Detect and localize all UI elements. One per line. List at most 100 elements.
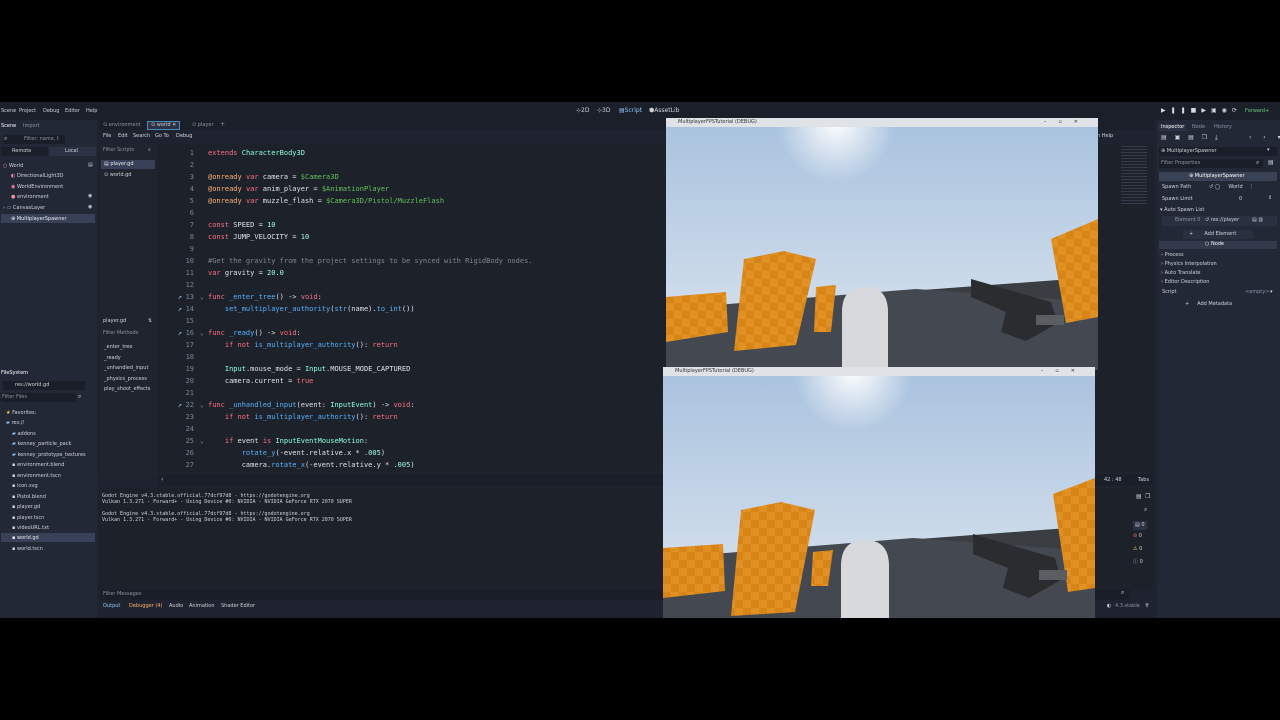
add-element-button[interactable]: + Add Element bbox=[1183, 230, 1253, 239]
workspace-3d[interactable]: ⊹3D bbox=[597, 108, 610, 114]
chevron-down-icon[interactable]: ▾ bbox=[1270, 290, 1273, 295]
settings-icon[interactable]: ▤ bbox=[1268, 160, 1274, 166]
file-icon-svg[interactable]: ▪ icon.svg bbox=[12, 483, 38, 489]
tab-audio[interactable]: Audio bbox=[169, 604, 183, 609]
mode-local[interactable]: Local bbox=[49, 147, 96, 156]
code-line[interactable]: @onready var camera = $Camera3D bbox=[208, 173, 339, 181]
scene-tab-environment[interactable]: ⊙ environment bbox=[103, 123, 141, 128]
code-line[interactable]: @onready var anim_player = $AnimationPla… bbox=[208, 185, 389, 193]
override-icon[interactable]: ↗ bbox=[176, 293, 182, 301]
window-controls[interactable]: –▫✕ bbox=[1044, 118, 1090, 127]
search-icon[interactable]: ⌕ bbox=[1144, 507, 1147, 513]
filter-icon[interactable]: ▤ bbox=[1136, 494, 1142, 500]
code-line[interactable]: extends CharacterBody3D bbox=[208, 149, 305, 157]
fold-arrow-icon[interactable]: ⌄ bbox=[198, 437, 204, 445]
section-auto-translate[interactable]: › Auto Translate bbox=[1161, 271, 1201, 276]
tab-scene[interactable]: Scene bbox=[1, 124, 16, 129]
override-icon[interactable]: ↗ bbox=[176, 329, 182, 337]
section-editor-description[interactable]: › Editor Description bbox=[1161, 280, 1209, 285]
script-menu-search[interactable]: Search bbox=[133, 134, 150, 139]
visibility-icon[interactable]: ◉ bbox=[88, 205, 92, 210]
run-controls[interactable]: ▶❚❚■▶▣◉⟳ bbox=[1161, 108, 1242, 114]
game-window-1[interactable]: MultiplayerFPSTutorial (DEBUG) –▫✕ bbox=[666, 118, 1098, 370]
game-window-2[interactable]: MultiplayerFPSTutorial (DEBUG) –▫✕ bbox=[663, 367, 1095, 618]
tab-output[interactable]: Output bbox=[103, 604, 120, 609]
script-item-player[interactable]: ▤ player.gd bbox=[101, 160, 155, 169]
method-ready[interactable]: _ready bbox=[104, 356, 121, 361]
spawn-limit-stepper[interactable]: ⇕ bbox=[1268, 196, 1272, 201]
scene-tab-world[interactable]: ⊙ world ✕ bbox=[147, 121, 181, 130]
element-value[interactable]: ↺ res://player bbox=[1205, 218, 1239, 223]
pin-icon[interactable]: ⇈ bbox=[1145, 604, 1149, 609]
code-line[interactable]: camera.rotate_x(-event.relative.y * .005… bbox=[208, 461, 415, 469]
file-res[interactable]: ▰ res:// bbox=[6, 420, 24, 426]
tab-debugger[interactable]: Debugger (4) bbox=[129, 604, 162, 609]
scene-tab-player[interactable]: ⊙ player bbox=[192, 123, 214, 128]
file-environment-blend[interactable]: ▪ environment.blend bbox=[12, 462, 64, 468]
count-messages[interactable]: ⓘ 0 bbox=[1133, 560, 1143, 565]
count-warnings[interactable]: ⚠ 0 bbox=[1133, 547, 1142, 552]
script-property-value[interactable]: <empty> bbox=[1245, 290, 1269, 295]
tab-history[interactable]: History bbox=[1214, 125, 1232, 130]
inspector-toolbar[interactable]: ▤ ▣ ▤ ❐ ⤓ bbox=[1161, 135, 1221, 141]
fold-arrow-icon[interactable]: ⌄ bbox=[198, 293, 204, 301]
filesystem-filter-input[interactable]: Filter Files bbox=[1, 393, 76, 402]
spawn-limit-value[interactable]: 0 bbox=[1239, 197, 1242, 202]
filter-methods-input[interactable]: Filter Methods bbox=[103, 331, 138, 336]
add-metadata-button[interactable]: + Add Metadata bbox=[1185, 302, 1232, 307]
section-physics-interpolation[interactable]: › Physics Interpolation bbox=[1161, 262, 1217, 267]
scene-filter-input[interactable]: Filter: name, t bbox=[3, 135, 65, 144]
code-line[interactable]: #Get the gravity from the project settin… bbox=[208, 257, 533, 265]
code-line[interactable]: @onready var muzzle_flash = $Camera3D/Pi… bbox=[208, 197, 444, 205]
tab-node[interactable]: Node bbox=[1192, 125, 1205, 130]
menu-debug[interactable]: Debug bbox=[43, 109, 59, 114]
filter-properties-input[interactable]: Filter Properties bbox=[1159, 159, 1263, 168]
code-line[interactable]: Input.mouse_mode = Input.MOUSE_MODE_CAPT… bbox=[208, 365, 410, 373]
code-line[interactable]: if event is InputEventMouseMotion: bbox=[208, 437, 368, 445]
file-world-tscn[interactable]: ▪ world.tscn bbox=[12, 546, 43, 552]
tree-node-canvaslayer[interactable]: › ▭ CanvasLayer bbox=[3, 205, 45, 211]
script-menu-edit[interactable]: Edit bbox=[118, 134, 128, 139]
filesystem-path-input[interactable]: res://world.gd bbox=[3, 381, 85, 390]
script-item-world[interactable]: ⊙ world.gd bbox=[104, 173, 132, 178]
sort-icon[interactable]: ⇅ bbox=[148, 319, 152, 324]
file-addons[interactable]: ▰ addons bbox=[12, 431, 36, 437]
code-line[interactable]: if not is_multiplayer_authority(): retur… bbox=[208, 341, 398, 349]
override-icon[interactable]: ↗ bbox=[176, 401, 182, 409]
tree-node-worldenvironment[interactable]: ◉ WorldEnvironment bbox=[11, 184, 63, 190]
window-controls[interactable]: –▫✕ bbox=[1041, 367, 1087, 376]
file-kenney-particle[interactable]: ▰ kenney_particle_pack bbox=[12, 441, 71, 447]
script-menu-file[interactable]: File bbox=[103, 134, 111, 139]
code-line[interactable]: func _enter_tree() -> void: bbox=[208, 293, 322, 301]
code-line[interactable]: set_multiplayer_authority(str(name).to_i… bbox=[208, 305, 415, 313]
method-unhandled-input[interactable]: _unhandled_input bbox=[104, 366, 148, 371]
code-line[interactable]: func _ready() -> void: bbox=[208, 329, 301, 337]
search-icon[interactable]: ⌕ bbox=[1121, 590, 1124, 596]
tree-node-multiplayerspawner[interactable]: ⊕ MultiplayerSpawner bbox=[1, 214, 95, 223]
history-arrows[interactable]: ‹ › ▾ bbox=[1249, 135, 1280, 141]
fold-arrow-icon[interactable]: ⌄ bbox=[198, 401, 204, 409]
auto-spawn-list-label[interactable]: ▾ Auto Spawn List bbox=[1160, 208, 1204, 213]
script-menu-goto[interactable]: Go To bbox=[155, 134, 169, 139]
count-errors[interactable]: ⊘ 0 bbox=[1133, 534, 1142, 539]
count-log[interactable]: ▤ 0 bbox=[1133, 521, 1147, 530]
file-videourl-txt[interactable]: ▪ videoURL.txt bbox=[12, 525, 49, 531]
tab-import[interactable]: Import bbox=[23, 124, 40, 129]
mode-remote[interactable]: Remote bbox=[1, 147, 48, 156]
method-play-shoot-effects[interactable]: play_shoot_effects bbox=[104, 387, 150, 392]
file-kenney-prototype[interactable]: ▰ kenney_prototype_textures bbox=[12, 452, 86, 458]
file-player-gd[interactable]: ▪ player.gd bbox=[12, 504, 40, 510]
indent-mode[interactable]: Tabs bbox=[1138, 478, 1149, 483]
code-line[interactable]: if not is_multiplayer_authority(): retur… bbox=[208, 413, 398, 421]
script-icon[interactable]: ▤ bbox=[88, 163, 93, 168]
element-actions[interactable]: ▤ ▥ bbox=[1252, 218, 1263, 223]
code-line[interactable]: const SPEED = 10 bbox=[208, 221, 275, 229]
code-line[interactable]: camera.current = true bbox=[208, 377, 314, 385]
filter-scripts-input[interactable]: Filter Scripts bbox=[103, 148, 134, 153]
workspace-script[interactable]: ▤Script bbox=[619, 108, 642, 114]
menu-editor[interactable]: Editor bbox=[65, 109, 80, 114]
tree-node-directionallight[interactable]: ◐ DirectionalLight3D bbox=[11, 173, 64, 179]
copy-icon[interactable]: ❐ bbox=[1145, 494, 1150, 500]
online-help-button[interactable]: h Help bbox=[1097, 134, 1113, 139]
tab-shader-editor[interactable]: Shader Editor bbox=[221, 604, 255, 609]
